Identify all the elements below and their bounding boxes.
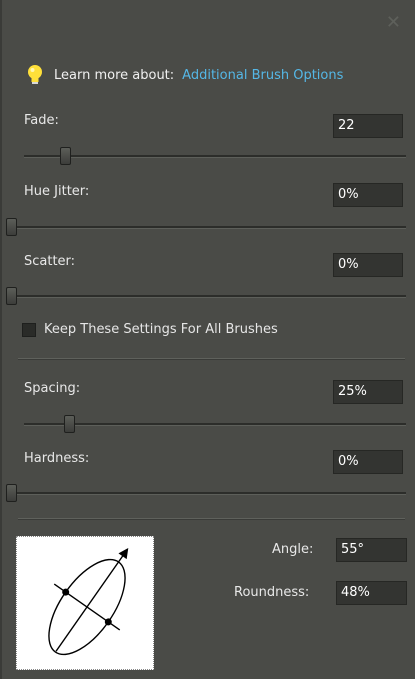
roundness-label: Roundness: [234, 585, 310, 600]
angle-value-field[interactable]: 55° [336, 538, 407, 562]
learn-more-label: Learn more about: [54, 67, 175, 83]
hardness-label: Hardness: [24, 451, 90, 466]
brush-angle-roundness-preview[interactable] [16, 536, 154, 670]
keep-settings-checkbox[interactable] [22, 322, 36, 337]
angle-label: Angle: [272, 542, 314, 557]
scatter-slider-track[interactable] [6, 287, 406, 305]
hue-jitter-slider-thumb[interactable] [6, 218, 17, 236]
lightbulb-icon [28, 65, 42, 84]
hue-jitter-slider-track[interactable] [6, 218, 406, 236]
scatter-label: Scatter: [24, 254, 76, 269]
scatter-value-field[interactable]: 0% [333, 253, 403, 277]
roundness-value-field[interactable]: 48% [336, 581, 407, 605]
learn-more-row: Learn more about: Additional Brush Optio… [26, 64, 343, 86]
fade-value-field[interactable]: 22 [333, 114, 403, 138]
spacing-label: Spacing: [24, 381, 81, 396]
spacing-value-field[interactable]: 25% [333, 380, 403, 404]
divider [18, 358, 405, 360]
hardness-slider-track[interactable] [6, 484, 406, 502]
spacing-slider-track[interactable] [24, 415, 406, 433]
brush-shape-graphic [48, 548, 129, 656]
divider [18, 518, 405, 520]
fade-slider-track[interactable] [24, 147, 406, 165]
hue-jitter-label: Hue Jitter: [24, 184, 90, 199]
additional-brush-options-link[interactable]: Additional Brush Options [182, 68, 343, 83]
brush-options-panel: ✕ Learn more about: Additional Brush Opt… [0, 0, 415, 679]
scatter-slider-thumb[interactable] [6, 287, 17, 305]
hardness-slider-thumb[interactable] [6, 484, 17, 502]
keep-settings-label[interactable]: Keep These Settings For All Brushes [44, 322, 278, 337]
keep-settings-row: Keep These Settings For All Brushes [22, 322, 278, 337]
hue-jitter-value-field[interactable]: 0% [333, 183, 403, 207]
fade-label: Fade: [24, 113, 59, 128]
fade-slider-thumb[interactable] [60, 147, 71, 165]
hardness-value-field[interactable]: 0% [333, 450, 403, 474]
close-icon[interactable]: ✕ [386, 14, 401, 32]
spacing-slider-thumb[interactable] [64, 415, 75, 433]
